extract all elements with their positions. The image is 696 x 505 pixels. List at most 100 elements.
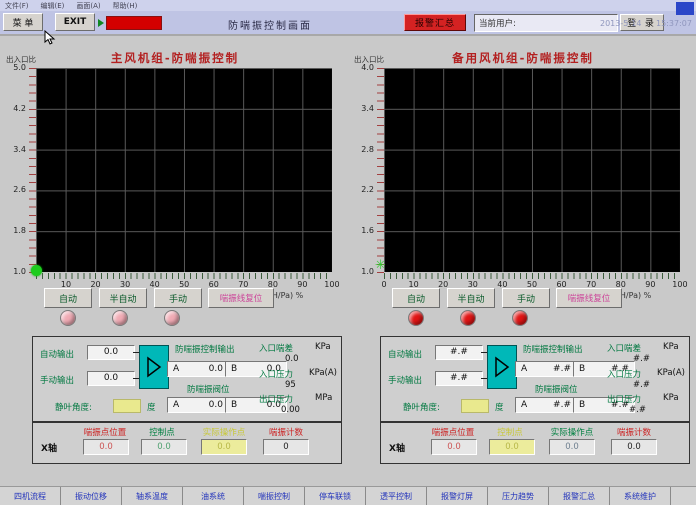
x-tick-label: 90 [290, 280, 314, 289]
taskbar-item[interactable]: 报警汇总 [549, 487, 610, 505]
control-point-label: 控制点 [479, 426, 541, 438]
taskbar-item[interactable]: 停车联锁 [305, 487, 366, 505]
y-tick-label: 4.0 [361, 62, 374, 74]
outlet-pressure-value: 0.00 [281, 405, 300, 415]
x-tick-marks [36, 273, 332, 279]
actual-point-label: 实际操作点 [539, 426, 605, 438]
menubar-item[interactable]: 编辑(E) [41, 1, 65, 11]
inlet-surge-value: #.# [633, 354, 650, 364]
manual-output-value: 0.0 [87, 371, 135, 386]
mode-button[interactable]: 半自动 [99, 288, 147, 308]
manual-output-label: 手动输出 [388, 374, 422, 386]
mode-button[interactable]: 半自动 [447, 288, 495, 308]
taskbar-item[interactable]: 四机流程 [0, 487, 61, 505]
mode-button[interactable]: 自动 [44, 288, 92, 308]
manual-output-label: 手动输出 [40, 374, 74, 386]
degree-label: 度 [147, 401, 156, 413]
b-label: B [231, 364, 237, 374]
x-tick-label: 100 [320, 280, 344, 289]
y-tick-label: 1.0 [361, 266, 374, 278]
x-axis-row-label: X轴 [389, 441, 405, 454]
blade-angle-value [113, 399, 141, 413]
control-output-a-field: A #.# [515, 361, 577, 377]
surge-point-value: 0.0 [83, 439, 129, 455]
taskbar-item[interactable]: 油系统 [183, 487, 244, 505]
a-value: #.# [553, 400, 571, 410]
surge-point-value: 0.0 [431, 439, 477, 455]
a-label: A [173, 364, 179, 374]
b-label: B [579, 400, 585, 410]
outlet-pressure-label: 出口压力 [607, 393, 641, 405]
panel-title: 备用风机组-防喘振控制 [388, 50, 658, 66]
surge-line-reset-button[interactable]: 喘振线复位 [556, 288, 622, 308]
taskbar-item[interactable]: 报警灯屏 [427, 487, 488, 505]
surge-count-label: 喘振计数 [253, 426, 319, 438]
taskbar-item[interactable]: 轴系温度 [122, 487, 183, 505]
b-label: B [579, 364, 585, 374]
y-tick-label: 1.6 [361, 225, 374, 237]
menu-button[interactable]: 菜 单 [3, 13, 43, 31]
auto-output-value: 0.0 [87, 345, 135, 360]
inlet-surge-value: 0.0 [285, 354, 299, 364]
a-label: A [173, 400, 179, 410]
inlet-pressure-unit: KPa(A) [657, 368, 685, 378]
status-light [60, 310, 76, 326]
screen-title: 防喘振控制画面 [160, 17, 380, 32]
taskbar-item[interactable]: 振动位移 [61, 487, 122, 505]
mode-status-lights [60, 310, 180, 326]
control-output-label: 防喘振控制输出 [523, 343, 583, 355]
surge-line-reset-button[interactable]: 喘振线复位 [208, 288, 274, 308]
selector-icon [139, 345, 169, 389]
valve-a-field: A 0.0 [167, 397, 229, 413]
operating-point-icon [375, 259, 386, 272]
mode-button[interactable]: 手动 [154, 288, 202, 308]
inlet-pressure-label: 入口压力 [607, 368, 641, 380]
control-output-box: 自动输出 0.0 手动输出 0.0 防喘振控制输出 A 0.0 B 0.0 防喘… [32, 336, 342, 422]
date-display: 2013-5-14 [600, 19, 656, 28]
control-output-box: 自动输出 #.# 手动输出 #.# 防喘振控制输出 A #.# B #.# 防喘… [380, 336, 690, 422]
y-tick-label: 2.8 [361, 144, 374, 156]
inlet-pressure-label: 入口压力 [259, 368, 293, 380]
taskbar-item[interactable]: 系统维护 [610, 487, 671, 505]
y-tick-label: 1.8 [13, 225, 26, 237]
status-light [460, 310, 476, 326]
outlet-pressure-value: #.# [629, 405, 646, 415]
alarm-indicator-bar [106, 16, 162, 30]
selector-icon [487, 345, 517, 389]
control-point-value: 0.0 [489, 439, 535, 455]
outlet-pressure-label: 出口压力 [259, 393, 293, 405]
outlet-pressure-unit: MPa [315, 393, 332, 403]
b-label: B [231, 400, 237, 410]
blade-angle-label: 静叶角度: [403, 401, 440, 413]
a-label: A [521, 364, 527, 374]
taskbar-item[interactable]: 喘振控制 [244, 487, 305, 505]
mode-button[interactable]: 自动 [392, 288, 440, 308]
outlet-pressure-unit: KPa [663, 393, 679, 403]
auto-output-label: 自动输出 [388, 348, 422, 360]
menubar-item[interactable]: 帮助(H) [113, 1, 138, 11]
surge-point-box: X轴 喘振点位置 0.0 控制点 0.0 实际操作点 0.0 喘振计数 0 [32, 422, 342, 464]
inlet-pressure-value: 95 [285, 380, 296, 390]
time-display: 15:37:07 [656, 19, 688, 28]
control-point-value: 0.0 [141, 439, 187, 455]
taskbar-item[interactable]: 透平控制 [366, 487, 427, 505]
a-value: 0.0 [209, 364, 223, 374]
exit-button[interactable]: EXIT [55, 13, 95, 31]
menubar-item[interactable]: 文件(F) [5, 1, 29, 11]
actual-point-value: 0.0 [201, 439, 247, 455]
alarm-summary-button[interactable]: 报警汇总 [404, 14, 466, 31]
surge-count-value: 0 [263, 439, 309, 455]
mode-button[interactable]: 手动 [502, 288, 550, 308]
header-bar: 菜 单 EXIT 防喘振控制画面 报警汇总 当前用户: 登 录 2013-5-1… [0, 11, 696, 36]
current-user-field[interactable]: 当前用户: [474, 14, 618, 32]
status-light [512, 310, 528, 326]
panel-title: 主风机组-防喘振控制 [40, 50, 310, 66]
inlet-surge-unit: KPa [315, 342, 331, 352]
control-output-a-field: A 0.0 [167, 361, 229, 377]
mouse-cursor-icon [44, 30, 56, 46]
menubar-item[interactable]: 画面(A) [76, 1, 100, 11]
taskbar-item[interactable]: 压力趋势 [488, 487, 549, 505]
surge-chart [384, 68, 680, 272]
blade-angle-value [461, 399, 489, 413]
valve-position-label: 防喘振阀位 [535, 383, 578, 395]
